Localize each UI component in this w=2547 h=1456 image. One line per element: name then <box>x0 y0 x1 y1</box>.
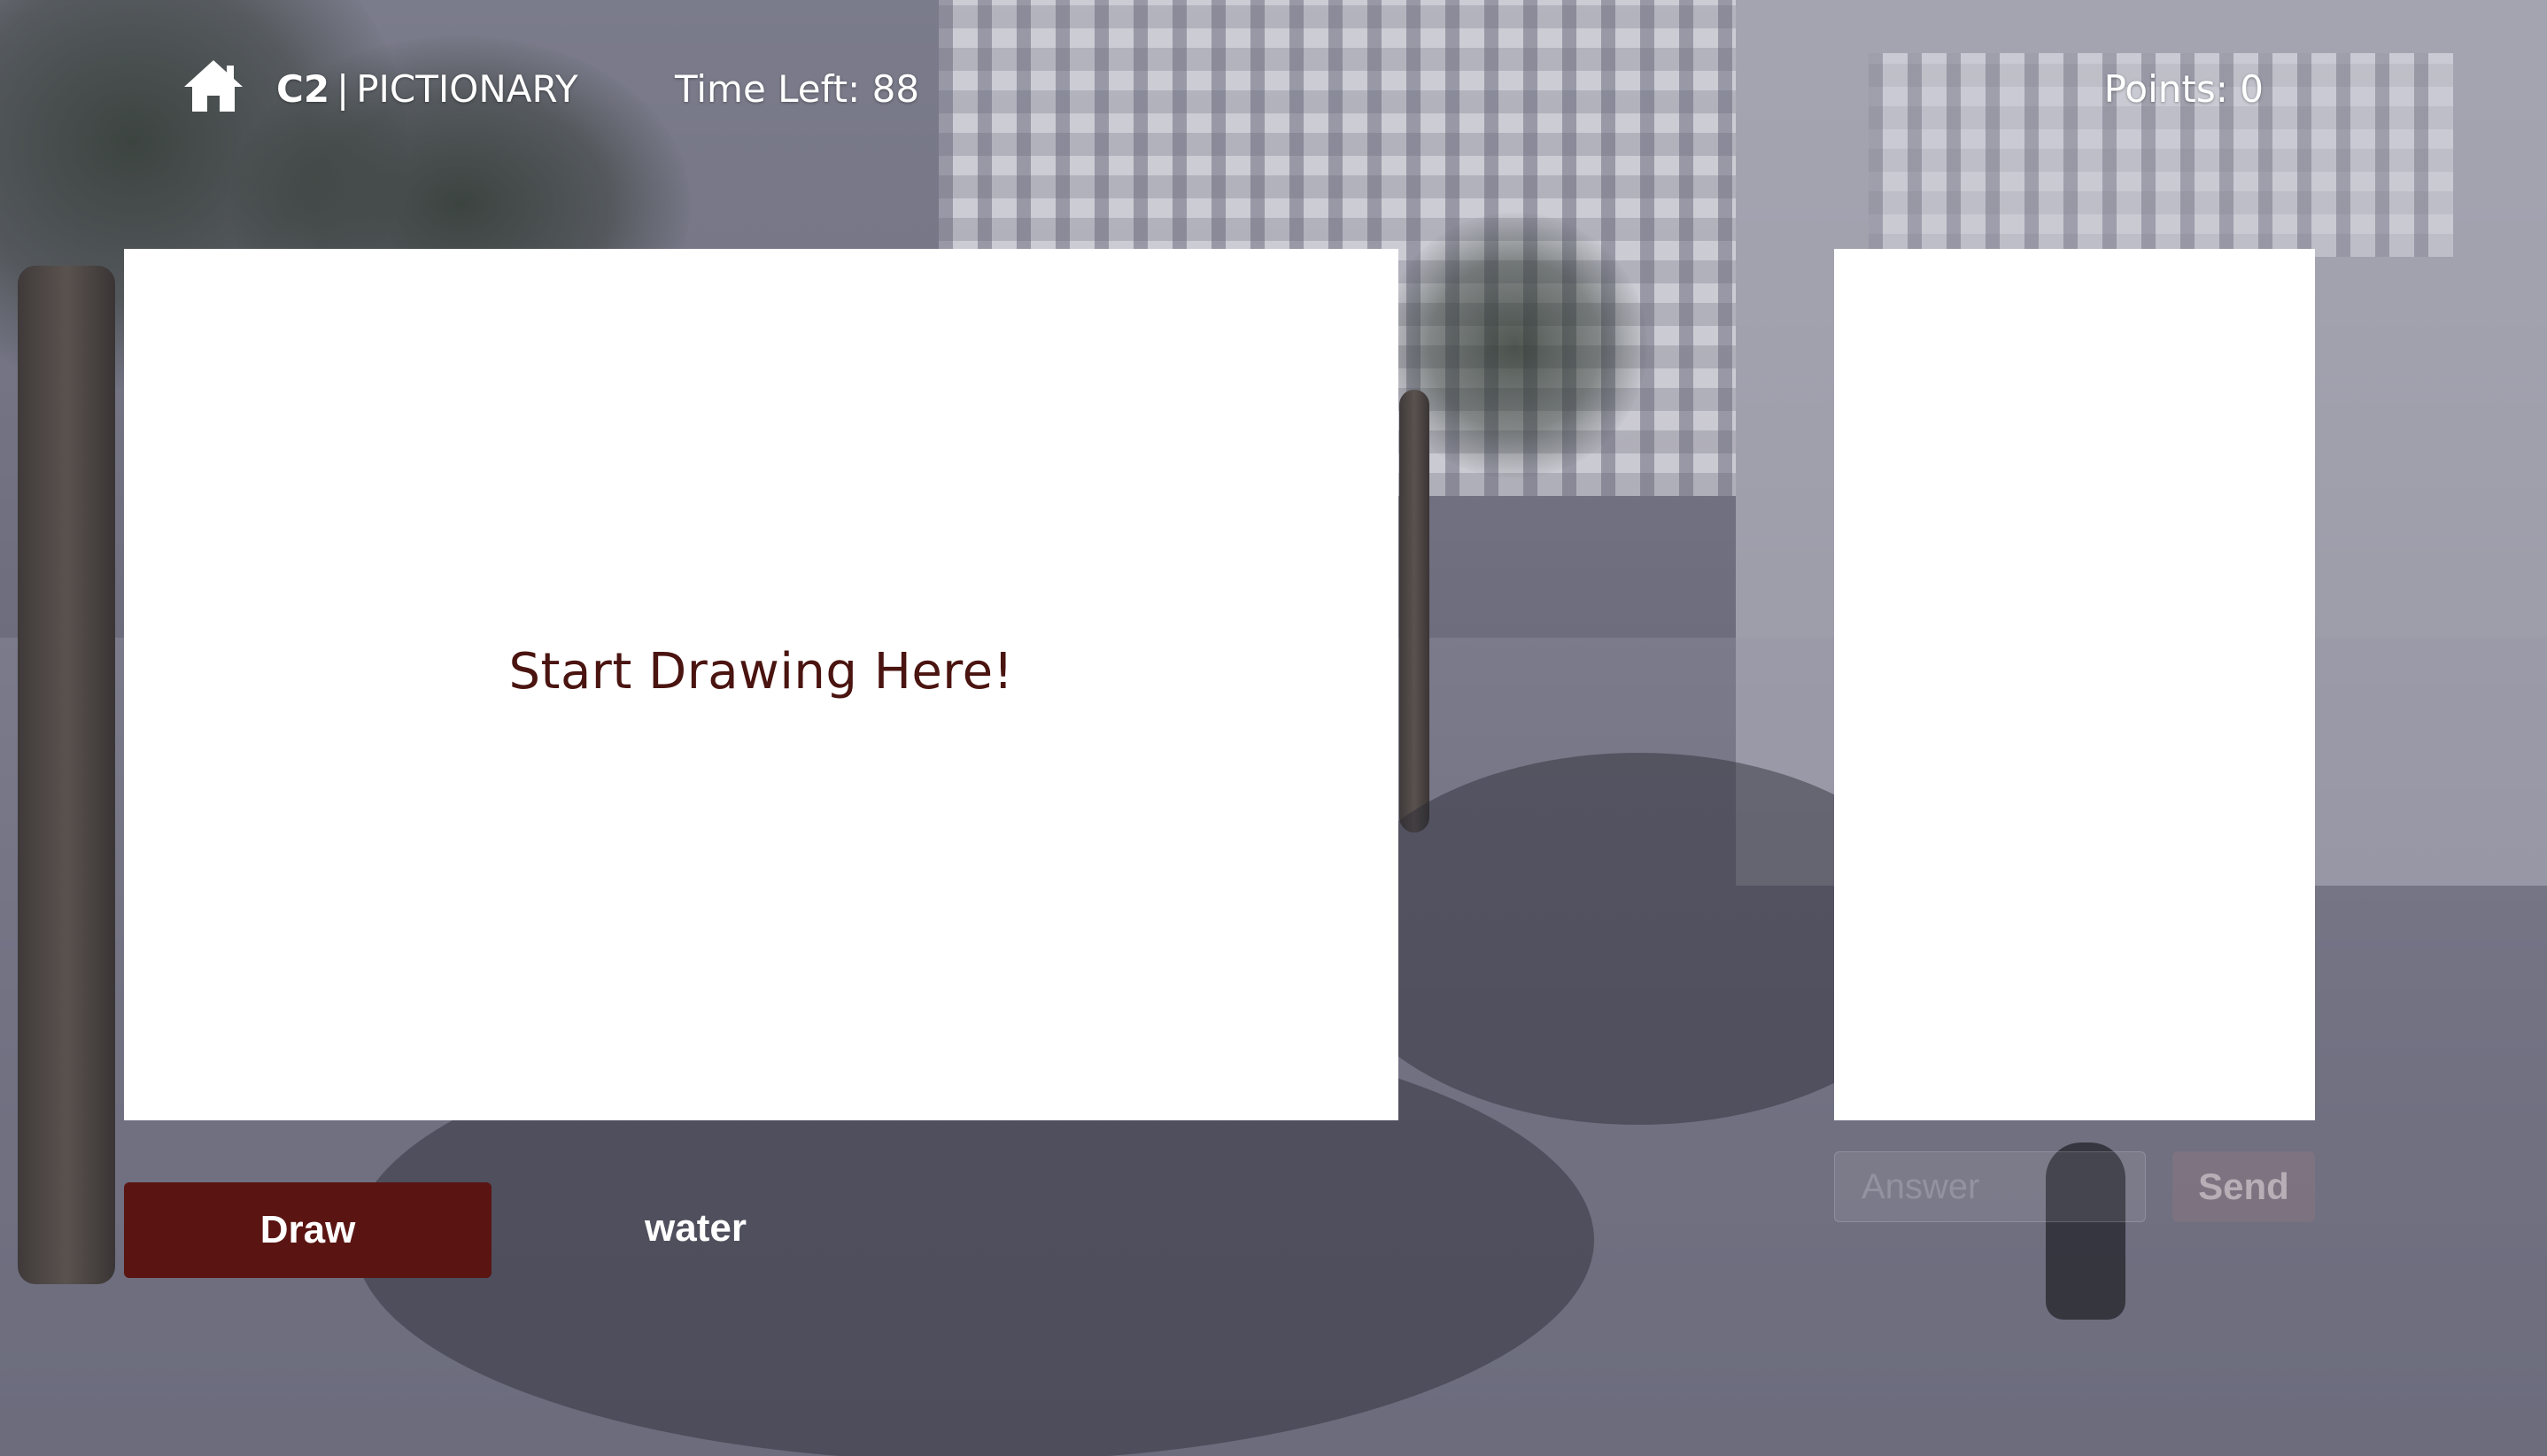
canvas-prompt: Start Drawing Here! <box>508 642 1014 701</box>
brand-code: C2 <box>276 67 330 111</box>
app-title: C2 | PICTIONARY <box>276 67 578 111</box>
points-value: 0 <box>2240 67 2264 111</box>
time-left-value: 88 <box>871 67 920 111</box>
top-bar: C2 | PICTIONARY Time Left: 88 Points: 0 <box>0 0 2547 186</box>
current-word: water <box>645 1206 747 1250</box>
palm-trunk <box>18 266 115 1284</box>
palm-trunk <box>1399 390 1429 833</box>
home-icon[interactable] <box>182 58 244 113</box>
points-display: Points: 0 <box>2104 67 2264 111</box>
chat-panel[interactable] <box>1834 249 2315 1120</box>
answer-input[interactable] <box>1834 1151 2146 1222</box>
drawing-canvas[interactable]: Start Drawing Here! <box>124 249 1398 1120</box>
brand-separator: | <box>337 67 350 111</box>
time-left-label: Time Left: <box>675 67 861 111</box>
time-left: Time Left: 88 <box>675 67 919 111</box>
points-label: Points: <box>2103 67 2228 111</box>
brand-name: PICTIONARY <box>356 67 578 111</box>
send-button[interactable]: Send <box>2172 1151 2315 1222</box>
draw-button[interactable]: Draw <box>124 1182 492 1278</box>
